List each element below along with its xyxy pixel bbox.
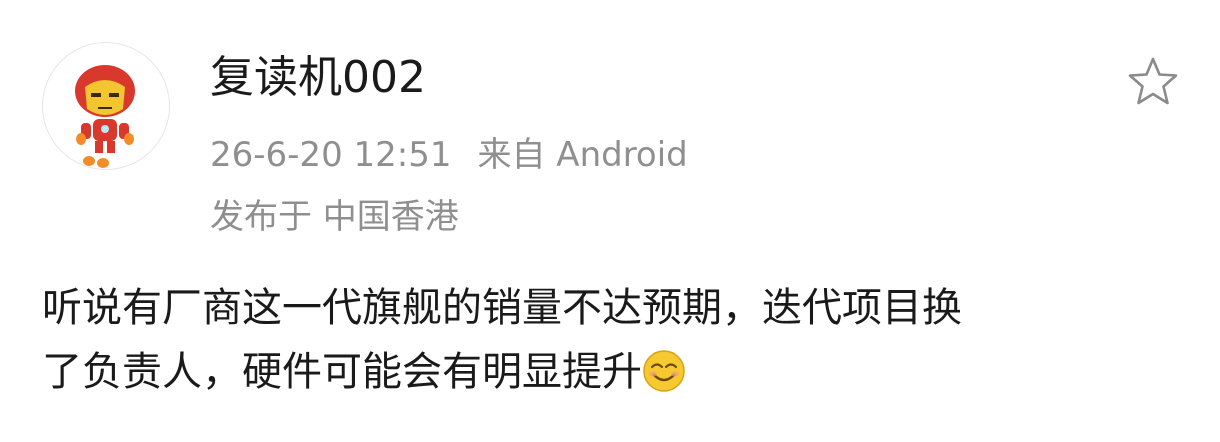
- post-content-line-2-text: 了负责人，硬件可能会有明显提升: [42, 349, 642, 395]
- post-timestamp: 26-6-20 12:51: [210, 135, 452, 175]
- post-content-line-2: 了负责人，硬件可能会有明显提升: [42, 340, 1182, 404]
- username[interactable]: 复读机002: [210, 48, 426, 108]
- star-outline-icon: [1128, 57, 1178, 105]
- post-source: 来自 Android: [477, 135, 688, 175]
- post-content-line-1: 听说有厂商这一代旗舰的销量不达预期，迭代项目换: [42, 285, 962, 331]
- smile-emoji-icon: [642, 349, 686, 393]
- iron-man-avatar-icon: [75, 65, 135, 168]
- post-location: 发布于 中国香港: [210, 197, 459, 237]
- post-meta: 26-6-20 12:51 来自 Android: [210, 132, 688, 178]
- post-content: 听说有厂商这一代旗舰的销量不达预期，迭代项目换 了负责人，硬件可能会有明显提升: [42, 276, 1182, 404]
- favorite-button[interactable]: [1124, 54, 1182, 112]
- avatar[interactable]: [42, 42, 170, 170]
